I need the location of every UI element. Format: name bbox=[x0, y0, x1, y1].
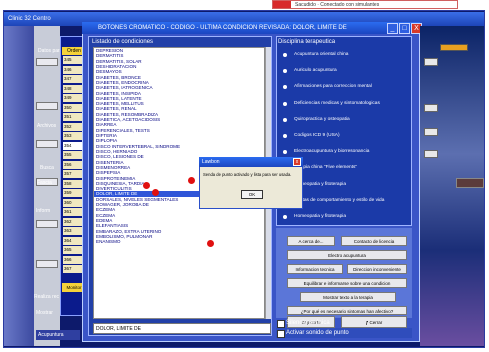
contacto-button[interactable]: Contacto de licencia bbox=[341, 236, 407, 246]
maximize-button[interactable]: □ bbox=[399, 23, 410, 34]
therapy-option-label: Afirmaciones para correccion mental bbox=[294, 84, 372, 90]
option-bullet-icon bbox=[283, 215, 287, 219]
condition-item[interactable]: ENANISMO bbox=[94, 239, 264, 244]
therapy-option-label: Quiropractica y osteopatia bbox=[294, 116, 350, 122]
direccion-button[interactable]: Direccion inconveniente bbox=[347, 264, 407, 274]
right-side-image bbox=[456, 178, 484, 188]
dialog-title: BOTONES CROMATICO - CODIGO - ULTIMA COND… bbox=[98, 25, 347, 31]
left-button-6[interactable] bbox=[36, 260, 58, 268]
therapy-option-label: Electroacupuntura y biorresonancia bbox=[294, 149, 370, 155]
therapy-option[interactable]: Afirmaciones para correccion mental bbox=[280, 80, 408, 94]
therapy-option-label: Codigos ICD 9 (USA) bbox=[294, 133, 340, 138]
activar-box[interactable] bbox=[277, 330, 285, 338]
right-side-button-2[interactable] bbox=[424, 104, 438, 112]
left-button-2[interactable] bbox=[36, 102, 58, 110]
dialog-window-controls: _ □ X bbox=[387, 23, 422, 34]
therapy-option-label: Terapia china "Five elements" bbox=[294, 165, 358, 171]
app-title: Clinic 32 Centro bbox=[8, 16, 51, 22]
left-button-3[interactable] bbox=[36, 140, 58, 148]
option-bullet-icon bbox=[283, 150, 287, 155]
minimize-button[interactable]: _ bbox=[387, 23, 398, 34]
status-red-indicator bbox=[273, 1, 291, 8]
top-status-text: Sacudido · Conectado con simulantes bbox=[295, 2, 380, 8]
silenciar-box[interactable] bbox=[277, 320, 285, 328]
therapy-options-header: Disciplina terapeutica bbox=[278, 39, 336, 45]
left-label-inform: Inform bbox=[36, 208, 51, 214]
left-button-1[interactable] bbox=[36, 58, 58, 66]
dialog-title-bar: BOTONES CROMATICO - CODIGO - ULTIMA COND… bbox=[82, 22, 420, 34]
left-label-realiza: Realiza rec bbox=[34, 294, 60, 300]
conditions-header: Listado de condiciones bbox=[92, 39, 154, 45]
red-marker-2 bbox=[143, 182, 150, 189]
therapy-option-label: Auriculo acupuntura bbox=[294, 68, 337, 74]
option-bullet-icon bbox=[283, 117, 287, 122]
silenciar-label: Silenciar música bbox=[286, 320, 330, 326]
red-marker-1 bbox=[188, 177, 195, 184]
activar-label: Activar sonido de punto bbox=[286, 330, 349, 336]
acupuntura-footer: Acupuntura bbox=[36, 330, 80, 340]
left-label-archivos: Archivos bbox=[37, 123, 57, 129]
message-close-icon[interactable]: x bbox=[293, 158, 301, 166]
silenciar-checkbox[interactable]: Silenciar música bbox=[276, 318, 412, 328]
therapy-option-label: Deficiencias medicas y sintomatologicas bbox=[294, 100, 380, 106]
option-bullet-icon bbox=[283, 101, 287, 106]
message-ok-button[interactable]: OK bbox=[241, 190, 263, 199]
right-side-button-4[interactable] bbox=[424, 150, 438, 158]
mostrar-texto-button[interactable]: Mostrar texto a la terapia bbox=[300, 292, 396, 302]
informacion-button[interactable]: Informacion tecnica bbox=[287, 264, 343, 274]
option-bullet-icon bbox=[283, 134, 287, 138]
left-label-busca: Busca bbox=[40, 165, 54, 171]
red-marker-4 bbox=[207, 240, 214, 247]
therapy-option[interactable]: Homeopatia y fitoterapia bbox=[280, 210, 408, 224]
option-bullet-icon bbox=[283, 53, 287, 57]
option-bullet-icon bbox=[283, 85, 287, 90]
therapy-option-label: Pautas de comportamiento y estilo de vid… bbox=[294, 197, 385, 203]
electro-button[interactable]: Electro acupuntura bbox=[287, 250, 407, 260]
condition-input[interactable]: DOLOR, LIMITE DE bbox=[93, 323, 271, 334]
therapy-option-label: Homeopatia y fitoterapia bbox=[294, 214, 346, 219]
message-text: Senda de punto activado y lista para ser… bbox=[203, 172, 292, 177]
left-navigation-strip bbox=[4, 26, 34, 346]
option-bullet-icon bbox=[283, 69, 287, 74]
equilibrar-button[interactable]: Equilibrar e informarse sobre una condic… bbox=[287, 278, 407, 288]
therapy-option-label: Acupuntura oriental china bbox=[294, 52, 349, 57]
message-box-title: Lawbon bbox=[199, 157, 303, 167]
red-marker-3 bbox=[152, 189, 159, 196]
right-side-button-1[interactable] bbox=[424, 58, 438, 66]
por-que-button[interactable]: ¿Por qué es necesario sintomas han afect… bbox=[287, 306, 407, 315]
left-label-fascia: Fascia bbox=[37, 180, 52, 186]
therapy-option[interactable]: Auriculo acupuntura bbox=[280, 64, 408, 78]
therapy-option[interactable]: Deficiencias medicas y sintomatologicas bbox=[280, 97, 408, 111]
activar-checkbox[interactable]: Activar sonido de punto bbox=[276, 328, 412, 338]
left-button-5[interactable] bbox=[36, 220, 58, 228]
right-side-orange-button[interactable] bbox=[440, 44, 468, 51]
acerca-button[interactable]: A cerca de... bbox=[287, 236, 335, 246]
right-side-button-3[interactable] bbox=[424, 128, 438, 136]
therapy-option[interactable]: Codigos ICD 9 (USA) bbox=[280, 129, 408, 143]
left-label-mostrar: Mostrar bbox=[36, 310, 53, 316]
top-status-bar: Sacudido · Conectado con simulantes bbox=[272, 0, 458, 9]
therapy-option[interactable]: Quiropractica y osteopatia bbox=[280, 113, 408, 127]
therapy-option[interactable]: Acupuntura oriental china bbox=[280, 48, 408, 62]
